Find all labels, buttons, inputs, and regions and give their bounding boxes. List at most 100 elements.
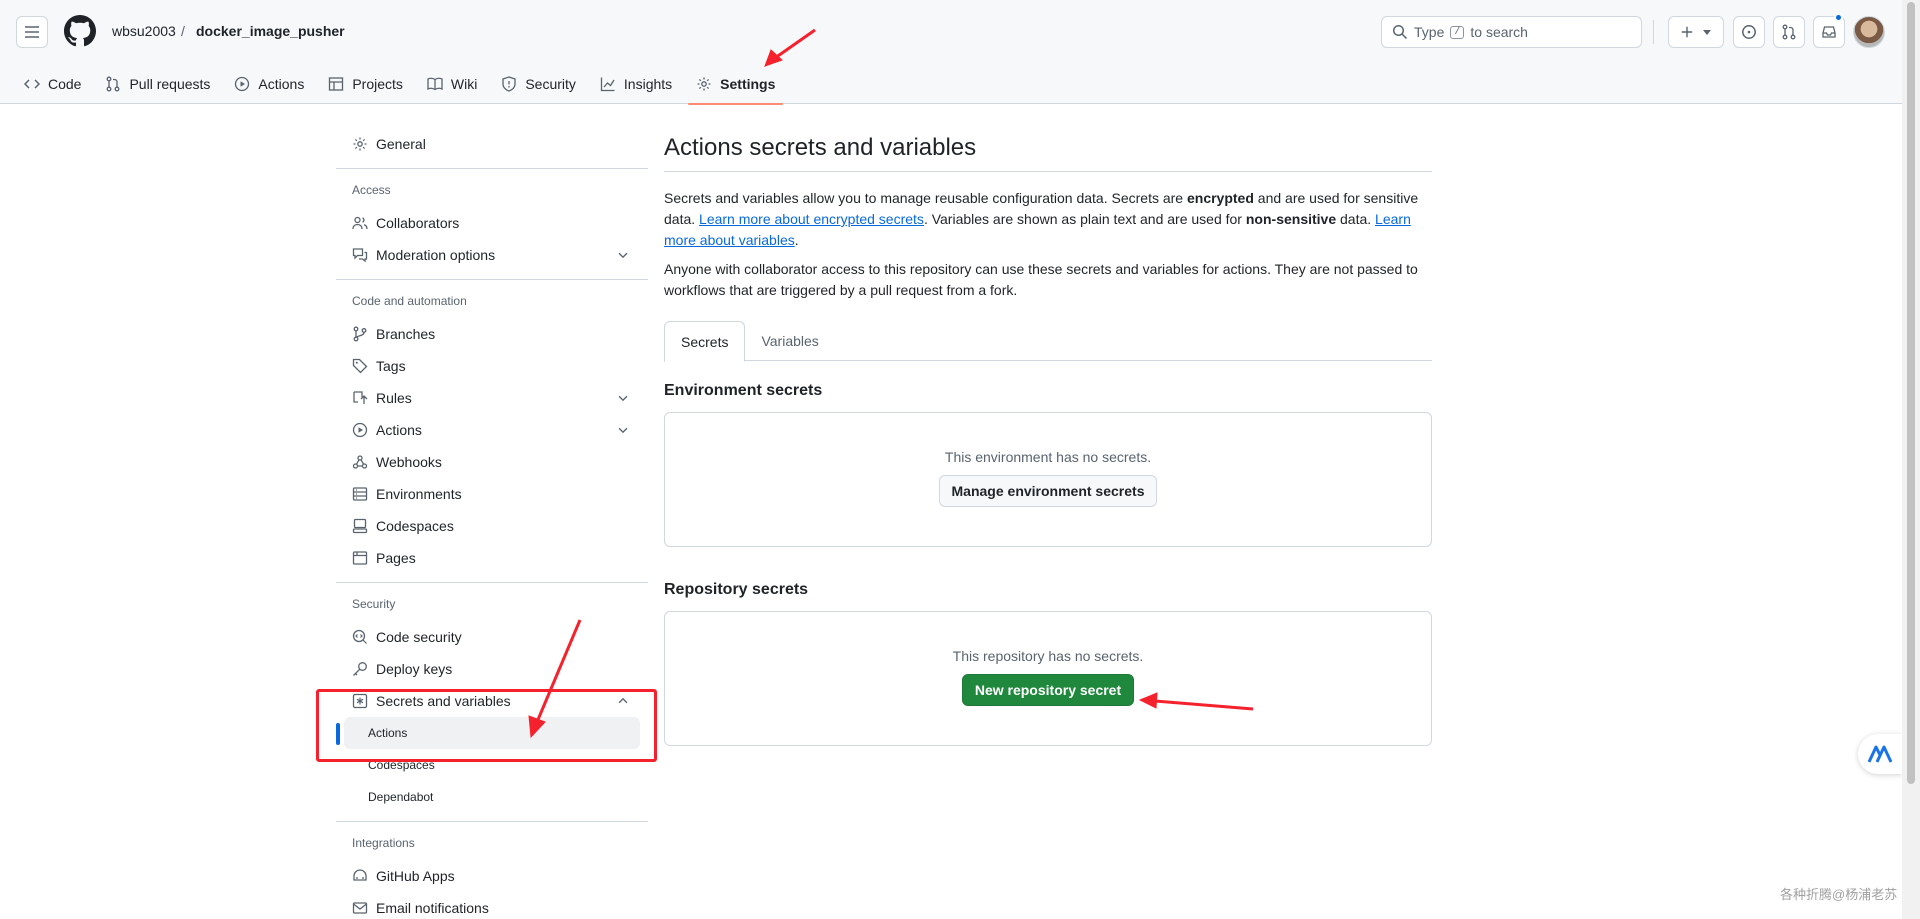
tab-projects[interactable]: Projects	[320, 64, 411, 104]
server-icon	[352, 487, 368, 501]
tab-wiki-label: Wiki	[450, 76, 478, 92]
watermark-text: 各种折腾@杨浦老苏	[1780, 887, 1898, 902]
sidebar-item-rules[interactable]: Rules	[336, 382, 648, 414]
intro-text: . Variables are shown as plain text and …	[923, 211, 1246, 227]
caret-down-icon	[1703, 30, 1711, 35]
graph-icon	[600, 77, 615, 92]
sidebar-divider	[336, 279, 648, 280]
tab-wiki[interactable]: Wiki	[419, 64, 485, 104]
repository-empty-message: This repository has no secrets.	[952, 648, 1144, 664]
comment-discussion-icon	[352, 248, 368, 263]
chevron-down-icon	[618, 252, 628, 259]
sidebar-subitem-dependabot[interactable]: Dependabot	[344, 781, 640, 813]
chevron-down-icon	[618, 427, 628, 434]
codescan-icon	[352, 629, 367, 644]
play-icon	[235, 76, 250, 92]
sidebar-item-tags[interactable]: Tags	[336, 350, 648, 382]
sidebar-item-general[interactable]: General	[336, 128, 648, 160]
tab-variables[interactable]: Variables	[745, 321, 834, 361]
sidebar-item-code-security[interactable]: Code security	[336, 621, 648, 653]
sidebar-item-label: Environments	[376, 486, 462, 502]
sidebar-divider	[336, 821, 648, 822]
sidebar-item-actions[interactable]: Actions	[336, 414, 648, 446]
tab-settings[interactable]: Settings	[688, 64, 784, 105]
apps-icon	[353, 869, 367, 881]
sidebar-heading-security: Security	[352, 597, 396, 611]
sidebar-item-label: Tags	[376, 358, 406, 374]
sidebar-item-environments[interactable]: Environments	[336, 478, 648, 510]
plus-icon	[1681, 26, 1693, 38]
codespaces-icon	[352, 518, 368, 534]
sidebar-item-label: Rules	[376, 390, 412, 406]
search-shortcut-key: /	[1450, 25, 1465, 39]
tab-code-label: Code	[48, 76, 82, 92]
sidebar-item-label: Branches	[376, 326, 436, 342]
learn-more-secrets-link[interactable]: Learn more about encrypted secrets	[699, 211, 924, 227]
floating-assistant-button[interactable]	[1858, 734, 1902, 774]
sidebar-item-branches[interactable]: Branches	[336, 318, 648, 350]
browser-icon	[352, 551, 368, 565]
page-scrollbar[interactable]	[1902, 0, 1920, 919]
repo-push-icon	[353, 391, 368, 404]
assistant-logo-icon	[1867, 745, 1893, 763]
intro-bold-non-sensitive: non-sensitive	[1245, 211, 1337, 227]
manage-environment-secrets-button[interactable]: Manage environment secrets	[938, 475, 1158, 507]
notification-dot	[1834, 13, 1843, 22]
sidebar-item-codespaces[interactable]: Codespaces	[336, 510, 648, 542]
pull-requests-button[interactable]	[1773, 16, 1805, 48]
table-icon	[329, 77, 344, 91]
tab-secrets[interactable]: Secrets	[664, 321, 746, 362]
scrollbar-thumb[interactable]	[1907, 2, 1915, 784]
environment-secrets-box: This environment has no secrets. Manage …	[664, 412, 1432, 547]
sidebar-item-label: General	[376, 136, 426, 152]
sidebar-subitem-label: Dependabot	[368, 790, 434, 804]
sidebar-item-moderation[interactable]: Moderation options	[336, 239, 648, 271]
sidebar-item-label: GitHub Apps	[376, 868, 455, 884]
sidebar-item-deploy-keys[interactable]: Deploy keys	[336, 653, 648, 685]
settings-sidebar: General Access Collaborators Moderation …	[336, 128, 648, 919]
issue-opened-icon	[1742, 25, 1756, 39]
chevron-down-icon	[618, 395, 628, 402]
sidebar-item-webhooks[interactable]: Webhooks	[336, 446, 648, 478]
tab-actions-label: Actions	[258, 76, 305, 92]
breadcrumb-separator: /	[181, 23, 185, 39]
search-placeholder-prefix: Type	[1414, 24, 1445, 40]
tab-security[interactable]: Security	[493, 64, 584, 104]
issues-button[interactable]	[1733, 16, 1765, 48]
intro-text: .	[794, 232, 799, 248]
github-logo-icon[interactable]	[64, 15, 96, 47]
sidebar-item-email-notifications[interactable]: Email notifications	[336, 892, 648, 919]
collaborator-note: Anyone with collaborator access to this …	[664, 261, 1418, 298]
main-content: Actions secrets and variables Secrets an…	[664, 128, 1432, 746]
breadcrumb-owner[interactable]: wbsu2003	[112, 23, 176, 39]
menu-button[interactable]	[16, 16, 48, 48]
sidebar-item-label: Pages	[376, 550, 416, 566]
annotation-highlight-box	[316, 689, 657, 762]
tag-icon	[352, 358, 368, 374]
tab-code[interactable]: Code	[16, 64, 89, 104]
avatar[interactable]	[1853, 16, 1885, 48]
search-icon	[1392, 24, 1408, 40]
create-new-button[interactable]	[1668, 16, 1724, 48]
sidebar-item-label: Codespaces	[376, 518, 454, 534]
book-icon	[427, 77, 443, 91]
repo-nav: Code Pull requests Actions Projects Wiki…	[16, 64, 791, 105]
tab-pull-requests[interactable]: Pull requests	[97, 64, 218, 104]
sidebar-item-pages[interactable]: Pages	[336, 542, 648, 574]
sidebar-heading-integrations: Integrations	[352, 836, 415, 850]
webhook-icon	[352, 455, 368, 469]
tab-security-label: Security	[525, 76, 576, 92]
play-icon	[352, 422, 368, 438]
repository-secrets-box: This repository has no secrets. New repo…	[664, 611, 1432, 746]
new-repository-secret-button[interactable]: New repository secret	[961, 674, 1135, 706]
sidebar-item-label: Actions	[376, 422, 422, 438]
sidebar-item-label: Moderation options	[376, 247, 496, 263]
tab-insights-label: Insights	[623, 76, 673, 92]
sidebar-item-github-apps[interactable]: GitHub Apps	[336, 860, 648, 892]
tab-insights[interactable]: Insights	[592, 64, 680, 104]
sidebar-item-collaborators[interactable]: Collaborators	[336, 207, 648, 239]
tab-actions[interactable]: Actions	[226, 64, 312, 104]
search-input[interactable]: Type / to search	[1381, 16, 1642, 48]
breadcrumb-repo[interactable]: docker_image_pusher	[196, 23, 345, 39]
git-pull-request-icon	[1782, 24, 1796, 40]
